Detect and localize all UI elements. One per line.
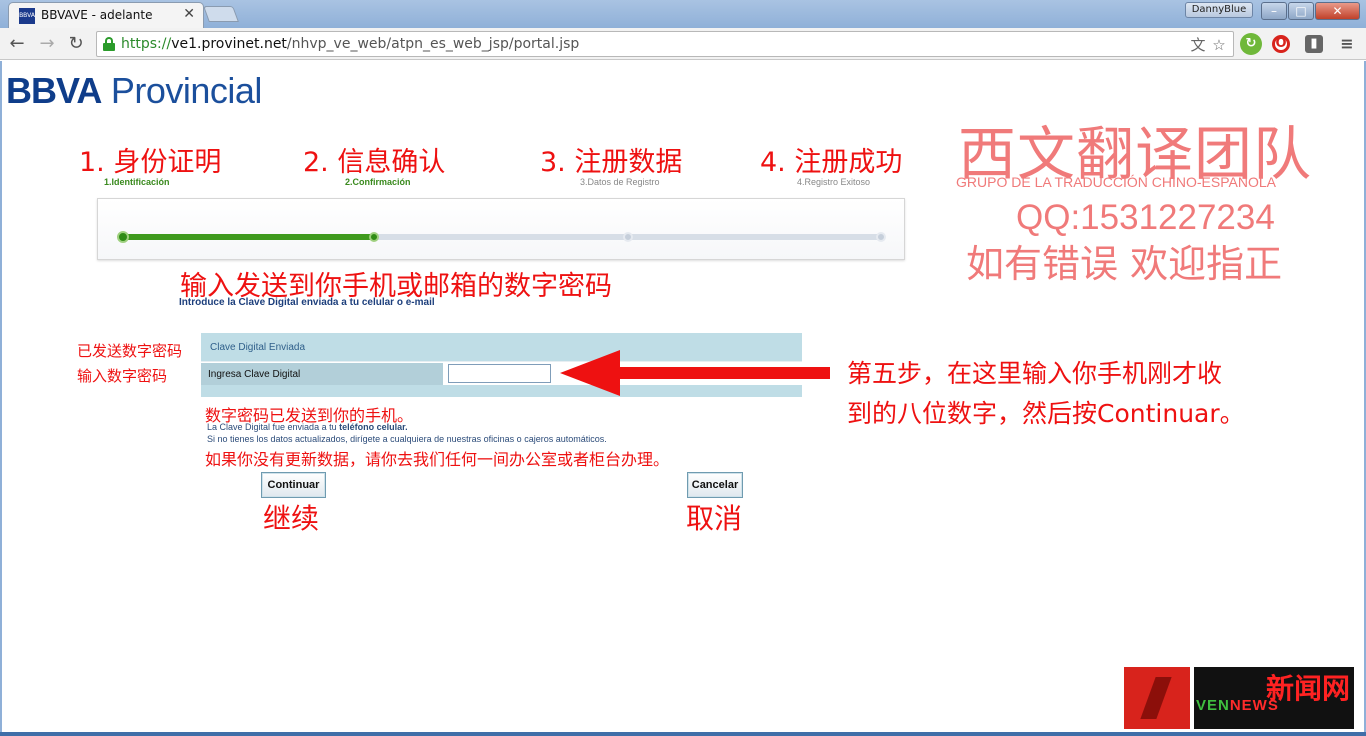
tab-title: BBVAVE - adelante — [41, 8, 153, 22]
step-1-label: 1.Identificación — [104, 177, 170, 187]
left-note-enter: 输入数字密码 — [77, 367, 168, 385]
close-window-button[interactable]: ✕ — [1315, 2, 1360, 20]
vennews-watermark: 新闻网 VENNEWS — [1124, 667, 1354, 729]
new-tab-button[interactable] — [203, 6, 239, 22]
pointer-arrow-icon — [560, 350, 830, 396]
bbva-favicon-icon: BBVA — [19, 8, 35, 24]
tab-close-icon[interactable]: ✕ — [183, 6, 195, 22]
panel-title: Clave Digital Enviada — [210, 342, 306, 353]
watermark-text-block: 新闻网 VENNEWS — [1194, 667, 1354, 729]
team-note: 如有错误 欢迎指正 — [966, 242, 1283, 286]
star-icon[interactable]: ☆ — [1210, 36, 1228, 54]
extension-badge-icon[interactable]: ▮ — [1305, 35, 1323, 53]
back-icon[interactable]: ← — [6, 33, 28, 55]
continue-button[interactable]: Continuar — [261, 472, 326, 498]
reload-icon[interactable]: ↻ — [65, 33, 87, 55]
forward-icon[interactable]: → — [36, 33, 58, 55]
watermark-emblem-icon — [1124, 667, 1190, 729]
step-2-label: 2.Confirmación — [345, 177, 411, 187]
step-4-label: 4.Registro Exitoso — [797, 177, 871, 187]
field-label-cell: Ingresa Clave Digital — [201, 363, 443, 385]
opera-icon[interactable]: O — [1272, 35, 1290, 53]
registration-progress — [97, 198, 905, 260]
watermark-en: VENNEWS — [1196, 697, 1279, 714]
profile-badge[interactable]: DannyBlue — [1185, 2, 1253, 18]
clave-digital-input[interactable] — [448, 364, 551, 383]
step-2-cn: 2. 信息确认 — [303, 147, 446, 178]
left-note-sent: 已发送数字密码 — [77, 342, 183, 360]
translate-icon[interactable]: 文 — [1189, 36, 1207, 54]
step-3-label: 3.Datos de Registro — [580, 177, 660, 187]
taskbar — [0, 732, 1366, 736]
progress-dot-4 — [876, 232, 886, 242]
bbva-provincial-logo[interactable]: BBVA Provincial — [6, 70, 262, 112]
step-4-cn: 4. 注册成功 — [760, 147, 903, 178]
progress-track — [122, 234, 882, 240]
team-qq: QQ:1531227234 — [1016, 198, 1275, 237]
extension-icon[interactable]: ↻ — [1240, 33, 1262, 55]
progress-dot-2 — [369, 232, 379, 242]
progress-dot-1 — [117, 231, 129, 243]
browser-tab[interactable]: BBVA BBVAVE - adelante ✕ — [8, 2, 204, 28]
url-text[interactable]: https://ve1.provinet.net/nhvp_ve_web/atp… — [121, 36, 579, 52]
cancel-button[interactable]: Cancelar — [687, 472, 743, 498]
update-note: Si no tienes los datos actualizados, dir… — [207, 434, 607, 444]
progress-fill — [122, 234, 376, 240]
maximize-button[interactable]: □ — [1288, 2, 1314, 20]
instruction-line-2: 到的八位数字，然后按Continuar。 — [847, 399, 1245, 428]
minimize-button[interactable]: – — [1261, 2, 1287, 20]
menu-icon[interactable]: ≡ — [1336, 33, 1358, 55]
team-subtitle: GRUPO DE LA TRADUCCIÓN CHINO-ESPAÑOLA — [956, 174, 1276, 190]
sent-note: La Clave Digital fue enviada a tu teléfo… — [207, 422, 408, 432]
address-bar[interactable]: https://ve1.provinet.net/nhvp_ve_web/atp… — [96, 31, 1234, 57]
browser-toolbar: ← → ↻ https://ve1.provinet.net/nhvp_ve_w… — [0, 28, 1366, 60]
step-3-cn: 3. 注册数据 — [540, 147, 683, 178]
title-bar: BBVA BBVAVE - adelante ✕ DannyBlue – □ ✕ — [0, 0, 1366, 28]
progress-dot-3 — [623, 232, 633, 242]
step-1-cn: 1. 身份证明 — [79, 147, 222, 178]
field-label: Ingresa Clave Digital — [208, 369, 301, 380]
update-note-cn: 如果你没有更新数据，请你去我们任何一间办公室或者柜台办理。 — [205, 450, 670, 469]
instruction-line-1: 第五步，在这里输入你手机刚才收 — [847, 359, 1223, 388]
continue-cn: 继续 — [263, 502, 320, 535]
intro-text: Introduce la Clave Digital enviada a tu … — [179, 297, 435, 308]
lock-icon — [103, 37, 115, 51]
cancel-cn: 取消 — [686, 502, 743, 535]
